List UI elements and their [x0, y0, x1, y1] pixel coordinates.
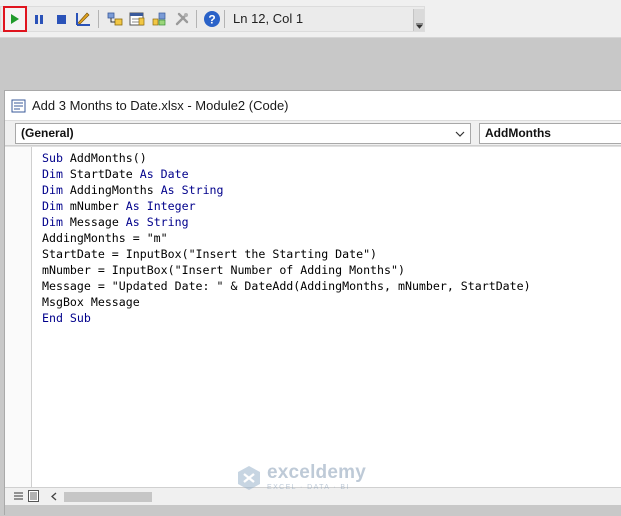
object-combo[interactable]: (General) — [15, 123, 471, 144]
code-keyword: Sub — [42, 151, 63, 165]
procedure-combo[interactable]: AddMonths — [479, 123, 621, 144]
object-combo-value: (General) — [21, 126, 74, 140]
toolbar-separator — [224, 10, 225, 28]
code-token: AddingMonths = "m" — [42, 231, 168, 245]
chevron-left-icon — [51, 492, 57, 501]
code-token: mNumber — [62, 199, 126, 213]
scroll-left-button[interactable] — [47, 489, 61, 504]
code-line[interactable]: Sub AddMonths() — [42, 150, 531, 166]
code-line[interactable]: Dim AddingMonths As String — [42, 182, 531, 198]
code-line[interactable]: AddingMonths = "m" — [42, 230, 531, 246]
window-footer — [5, 505, 621, 516]
project-explorer-button[interactable] — [104, 8, 126, 30]
code-keyword: Dim — [42, 199, 63, 213]
properties-button[interactable] — [126, 8, 148, 30]
svg-text:?: ? — [208, 13, 215, 27]
help-icon: ? — [204, 11, 220, 27]
standard-toolbar: ? Ln 12, Col 1 — [0, 0, 621, 38]
code-window-titlebar[interactable]: Add 3 Months to Date.xlsx - Module2 (Cod… — [5, 91, 621, 120]
help-button[interactable]: ? — [201, 8, 223, 30]
procedure-combo-value: AddMonths — [485, 126, 551, 140]
design-mode-icon — [76, 12, 90, 26]
chevron-down-icon — [455, 131, 465, 137]
code-token: MsgBox Message — [42, 295, 140, 309]
code-line[interactable]: StartDate = InputBox("Insert the Startin… — [42, 246, 531, 262]
break-button[interactable] — [28, 8, 50, 30]
code-line[interactable]: MsgBox Message — [42, 294, 531, 310]
procedure-view-icon[interactable] — [13, 490, 24, 502]
code-token: AddingMonths — [62, 183, 161, 197]
code-keyword: As Integer — [125, 199, 196, 213]
code-token: mNumber = InputBox("Insert Number of Add… — [42, 263, 405, 277]
code-token: StartDate — [62, 167, 140, 181]
project-explorer-icon — [107, 12, 123, 26]
exceldemy-logo-icon — [238, 465, 260, 490]
toolbox-icon — [175, 12, 189, 26]
code-keyword: End Sub — [42, 311, 91, 325]
code-editor[interactable]: Sub AddMonths() Dim StartDate As Date Dim … — [5, 146, 621, 488]
code-token: AddMonths() — [62, 151, 147, 165]
break-icon — [35, 14, 43, 24]
run-icon — [11, 14, 19, 24]
code-line[interactable]: Dim mNumber As Integer — [42, 198, 531, 214]
code-keyword: As String — [125, 215, 189, 229]
code-token: Message — [62, 215, 126, 229]
code-keyword: Dim — [42, 183, 63, 197]
toolbar-separator — [98, 10, 99, 28]
watermark-tagline: EXCEL · DATA · BI — [267, 484, 350, 491]
toolbox-button[interactable] — [171, 8, 193, 30]
toolbar-separator — [196, 10, 197, 28]
object-browser-icon — [152, 12, 166, 26]
properties-icon — [129, 12, 145, 26]
code-keyword: Dim — [42, 167, 63, 181]
code-line[interactable]: End Sub — [42, 310, 531, 326]
exceldemy-watermark: exceldemy EXCEL · DATA · BI — [236, 463, 366, 492]
code-window-title: Add 3 Months to Date.xlsx - Module2 (Cod… — [32, 98, 289, 113]
chevron-down-icon — [415, 23, 423, 29]
horizontal-scrollbar-thumb[interactable] — [64, 492, 152, 502]
toolbar-options-dropdown[interactable] — [413, 9, 424, 31]
object-combo-dropdown[interactable] — [452, 125, 468, 142]
watermark-name: exceldemy — [267, 462, 366, 483]
design-mode-button[interactable] — [73, 8, 95, 30]
reset-icon — [56, 14, 66, 24]
code-text[interactable]: Sub AddMonths() Dim StartDate As Date Dim … — [42, 150, 531, 326]
code-keyword: As Date — [139, 167, 189, 181]
code-token: StartDate = InputBox("Insert the Startin… — [42, 247, 378, 261]
code-line[interactable]: Message = "Updated Date: " & DateAdd(Add… — [42, 278, 531, 294]
code-keyword: As String — [160, 183, 224, 197]
reset-button[interactable] — [50, 8, 72, 30]
cursor-position-status: Ln 12, Col 1 — [233, 11, 304, 26]
full-module-view-icon[interactable] — [28, 490, 39, 502]
margin-indicator-bar[interactable] — [5, 147, 32, 488]
code-line[interactable]: Dim Message As String — [42, 214, 531, 230]
code-selector-row: (General) AddMonths — [5, 120, 621, 146]
code-window: Add 3 Months to Date.xlsx - Module2 (Cod… — [4, 90, 621, 516]
code-line[interactable]: Dim StartDate As Date — [42, 166, 531, 182]
module-icon — [11, 99, 26, 112]
code-line[interactable]: mNumber = InputBox("Insert Number of Add… — [42, 262, 531, 278]
code-keyword: Dim — [42, 215, 63, 229]
run-button[interactable] — [3, 6, 27, 32]
code-token: Message = "Updated Date: " & DateAdd(Add… — [42, 279, 531, 293]
object-browser-button[interactable] — [148, 8, 170, 30]
